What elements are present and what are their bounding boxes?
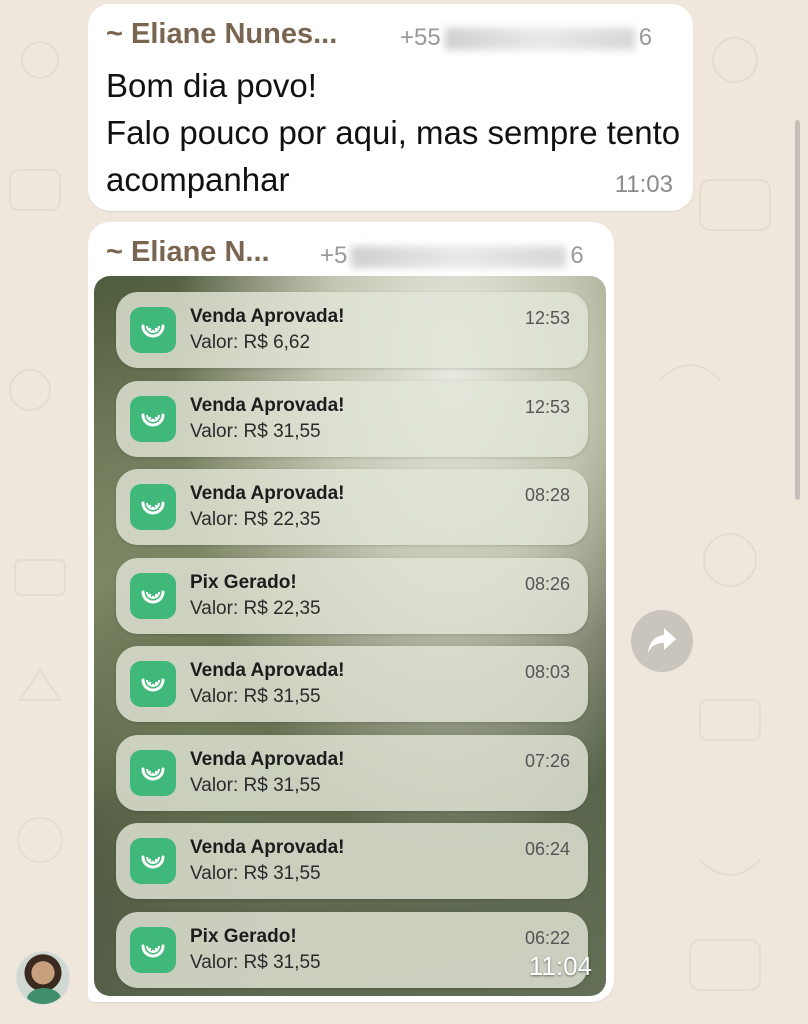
forward-button[interactable] xyxy=(631,610,693,672)
notification-card: Venda Aprovada! Valor: R$ 31,55 12:53 xyxy=(116,380,588,457)
phone-suffix: 6 xyxy=(638,24,653,51)
notification-time: 07:26 xyxy=(524,750,570,771)
avatar-body xyxy=(27,988,61,1004)
notification-title: Venda Aprovada! xyxy=(190,306,345,327)
phone-suffix: 6 xyxy=(570,242,584,269)
notification-value: Valor: R$ 6,62 xyxy=(190,332,311,353)
notification-value: Valor: R$ 31,55 xyxy=(190,863,321,884)
phone-redaction xyxy=(351,245,567,268)
notification-value: Valor: R$ 31,55 xyxy=(190,420,321,442)
message-bubble[interactable]: ~ Eliane Nunes... +55 6 Bom dia povo! Fal… xyxy=(88,4,693,211)
notification-time: 12:53 xyxy=(524,308,570,328)
message-line-1: Bom dia povo! xyxy=(106,67,317,104)
watermelon-icon xyxy=(130,307,176,353)
sender-name[interactable]: ~ Eliane Nunes... xyxy=(106,18,337,51)
watermelon-icon xyxy=(130,484,176,530)
notification-time: 08:03 xyxy=(524,662,570,682)
watermelon-icon xyxy=(130,395,176,442)
notification-title: Venda Aprovada! xyxy=(190,483,345,504)
sender-name[interactable]: ~ Eliane N... xyxy=(106,236,270,269)
notification-value: Valor: R$ 31,55 xyxy=(190,686,321,707)
notification-time: 06:22 xyxy=(524,927,570,948)
notification-value: Valor: R$ 31,55 xyxy=(190,951,321,973)
forward-arrow-icon xyxy=(648,628,676,653)
notification-time: 08:26 xyxy=(524,573,570,594)
notification-value: Valor: R$ 22,35 xyxy=(190,597,321,619)
notification-card: Venda Aprovada! Valor: R$ 22,35 08:28 xyxy=(116,469,588,545)
watermelon-icon xyxy=(130,838,176,884)
phone-prefix: +5 xyxy=(320,242,348,269)
message-time: 11:04 xyxy=(528,951,592,981)
phone-redaction xyxy=(444,27,635,50)
watermelon-icon xyxy=(130,749,176,796)
notification-title: Venda Aprovada! xyxy=(190,748,345,770)
notification-title: Venda Aprovada! xyxy=(190,394,345,416)
notification-title: Pix Gerado! xyxy=(190,571,297,593)
watermelon-icon xyxy=(130,661,176,707)
notification-card: Pix Gerado! Valor: R$ 31,55 06:22 xyxy=(116,911,588,988)
notification-card: Pix Gerado! Valor: R$ 22,35 08:26 xyxy=(116,557,588,634)
phone-prefix: +55 xyxy=(400,24,441,51)
notification-time: 08:28 xyxy=(524,485,570,505)
notification-card: Venda Aprovada! Valor: R$ 31,55 08:03 xyxy=(116,646,588,722)
screenshot-image[interactable]: Venda Aprovada! Valor: R$ 6,62 12:53 Venda … xyxy=(94,276,606,996)
notification-title: Pix Gerado! xyxy=(190,925,297,947)
sender-phone: +5 6 xyxy=(320,242,584,270)
notification-title: Venda Aprovada! xyxy=(190,660,345,681)
notification-card: Venda Aprovada! Valor: R$ 31,55 07:26 xyxy=(116,734,588,811)
notification-value: Valor: R$ 22,35 xyxy=(190,509,321,530)
scroll-indicator[interactable] xyxy=(795,120,800,500)
notification-card: Venda Aprovada! Valor: R$ 6,62 12:53 xyxy=(116,292,588,368)
image-message-bubble[interactable]: ~ Eliane N... +5 6 Venda Aprovada! Valor: … xyxy=(88,222,614,1002)
watermelon-icon xyxy=(130,572,176,619)
message-text: Bom dia povo! Falo pouco por aqui, mas s… xyxy=(106,62,686,203)
message-line-2: Falo pouco por aqui, mas sempre tento ac… xyxy=(106,114,681,198)
notification-card: Venda Aprovada! Valor: R$ 31,55 06:24 xyxy=(116,823,588,899)
avatar[interactable] xyxy=(16,951,70,1005)
message-time: 11:03 xyxy=(614,171,673,198)
sender-phone: +55 6 xyxy=(400,24,652,52)
notification-time: 12:53 xyxy=(524,396,570,417)
notification-value: Valor: R$ 31,55 xyxy=(190,774,321,796)
notification-title: Venda Aprovada! xyxy=(190,837,345,858)
notification-time: 06:24 xyxy=(524,839,570,859)
watermelon-icon xyxy=(130,926,176,973)
